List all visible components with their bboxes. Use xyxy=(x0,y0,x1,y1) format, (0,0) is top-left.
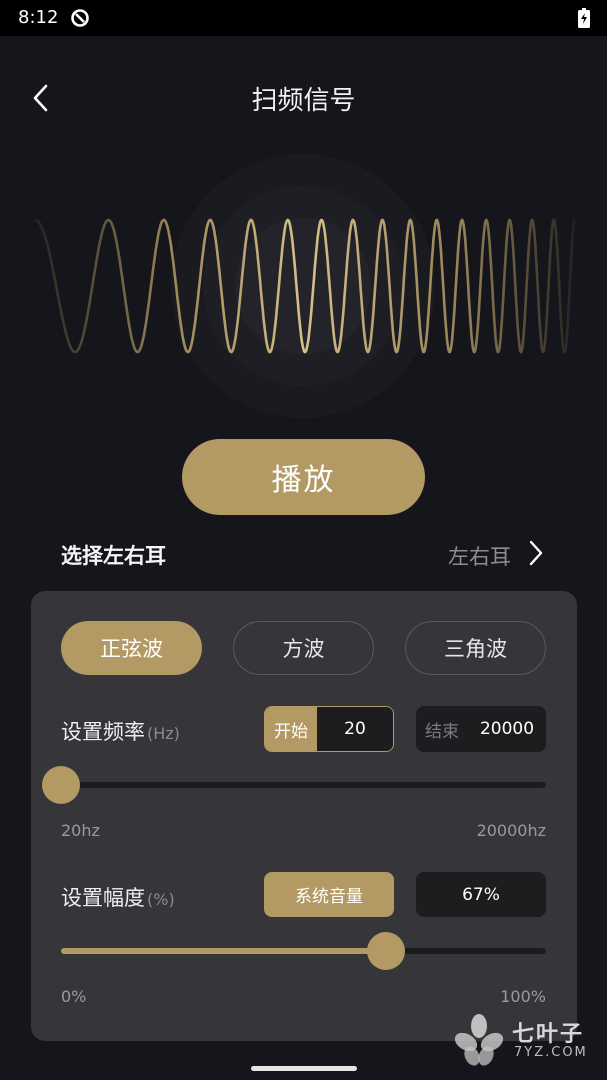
amplitude-label: 设置幅度 (%) xyxy=(61,882,175,912)
amplitude-slider-thumb[interactable] xyxy=(366,932,405,970)
watermark-subtitle: 7YZ.COM xyxy=(514,1045,588,1060)
end-frequency-tag: 结束 xyxy=(425,721,459,742)
ear-select-row[interactable]: 选择左右耳 左右耳 xyxy=(0,530,607,576)
ear-select-value: 左右耳 xyxy=(448,545,511,569)
amplitude-value: 67% xyxy=(416,872,546,917)
start-frequency-field[interactable]: 开始 20 xyxy=(264,706,394,752)
frequency-min-label: 20hz xyxy=(61,821,100,840)
frequency-label: 设置频率 (Hz) xyxy=(61,716,180,746)
status-app-icon xyxy=(71,9,89,27)
amplitude-max-label: 100% xyxy=(500,987,546,1006)
system-volume-button[interactable]: 系统音量 xyxy=(264,872,394,917)
battery-charging-icon xyxy=(578,8,590,28)
amplitude-unit: (%) xyxy=(147,890,175,909)
start-frequency-tag: 开始 xyxy=(265,707,317,751)
ear-select-label: 选择左右耳 xyxy=(61,544,166,568)
end-frequency-value[interactable]: 20000 xyxy=(468,706,546,752)
status-bar: 8:12 xyxy=(0,0,607,36)
status-time: 8:12 xyxy=(18,7,59,28)
frequency-label-text: 设置频率 xyxy=(61,720,145,744)
amplitude-slider-fill xyxy=(61,948,386,954)
home-indicator xyxy=(251,1066,357,1071)
tab-triangle-wave[interactable]: 三角波 xyxy=(405,621,546,675)
amplitude-min-label: 0% xyxy=(61,987,87,1006)
play-button[interactable]: 播放 xyxy=(182,439,425,515)
frequency-slider[interactable] xyxy=(42,766,546,804)
amplitude-label-text: 设置幅度 xyxy=(61,886,145,910)
frequency-slider-thumb[interactable] xyxy=(42,766,80,804)
frequency-max-label: 20000hz xyxy=(476,821,546,840)
chevron-right-icon xyxy=(529,540,543,566)
tab-square-wave[interactable]: 方波 xyxy=(233,621,374,675)
waveform-visual xyxy=(35,154,576,418)
page-title: 扫频信号 xyxy=(251,86,356,116)
end-frequency-field[interactable]: 结束 20000 xyxy=(416,706,546,752)
watermark-logo: 七叶子 7YZ.COM xyxy=(450,1012,600,1068)
watermark-title: 七叶子 xyxy=(512,1022,585,1047)
amplitude-slider[interactable] xyxy=(61,932,546,970)
settings-panel: 正弦波 方波 三角波 设置频率 (Hz) 开始 20 结束 20000 20hz … xyxy=(31,591,577,1041)
leaf-logo-icon xyxy=(454,1014,504,1066)
start-frequency-value[interactable]: 20 xyxy=(317,707,393,751)
frequency-unit: (Hz) xyxy=(147,724,180,743)
tab-sine-wave[interactable]: 正弦波 xyxy=(61,621,202,675)
